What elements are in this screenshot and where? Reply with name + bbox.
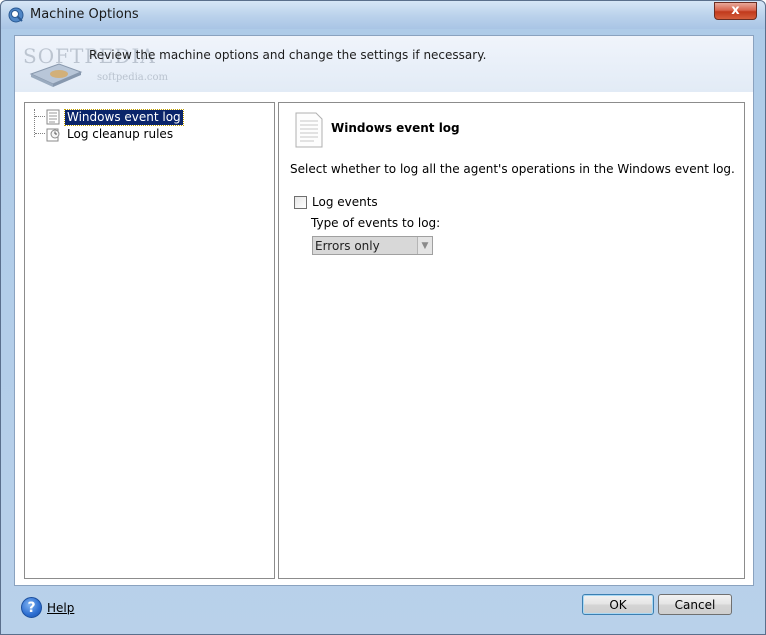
document-icon: [295, 112, 323, 148]
help-link[interactable]: ? Help: [21, 597, 74, 618]
log-events-checkbox[interactable]: [294, 195, 307, 209]
hard-drive-icon: [29, 63, 83, 87]
options-tree[interactable]: Windows event log Log cleanup rules: [24, 102, 275, 579]
help-icon: ?: [21, 597, 42, 618]
event-log-icon: [46, 109, 60, 125]
header-band: SOFTPEDIA softpedia.com Review the machi…: [15, 36, 753, 92]
event-type-dropdown[interactable]: Errors only ▼: [312, 236, 433, 255]
tree-item-log-cleanup-rules[interactable]: Log cleanup rules: [45, 126, 175, 142]
app-icon: [8, 7, 24, 23]
title-bar[interactable]: Machine Options x: [1, 1, 765, 29]
cancel-button[interactable]: Cancel: [658, 594, 732, 615]
event-type-value: Errors only: [315, 238, 380, 253]
section-title: Windows event log: [331, 121, 460, 135]
log-events-option[interactable]: Log events: [294, 195, 378, 209]
section-description: Select whether to log all the agent's op…: [290, 162, 735, 176]
machine-options-window: Machine Options x SOFTPEDIA softpedia.co…: [0, 0, 766, 635]
log-events-label: Log events: [312, 195, 378, 209]
close-button[interactable]: x: [714, 2, 757, 20]
tree-item-label: Log cleanup rules: [67, 126, 174, 141]
help-label: Help: [47, 600, 75, 615]
header-description: Review the machine options and change th…: [89, 48, 487, 62]
details-panel: Windows event log Select whether to log …: [278, 102, 745, 579]
ok-button[interactable]: OK: [582, 594, 654, 615]
tree-item-windows-event-log[interactable]: Windows event log: [45, 108, 184, 126]
window-title: Machine Options: [30, 7, 139, 22]
cleanup-rules-icon: [46, 128, 60, 142]
dialog-client-area: SOFTPEDIA softpedia.com Review the machi…: [14, 35, 754, 586]
tree-item-label: Windows event log: [64, 108, 184, 126]
watermark-url: softpedia.com: [97, 72, 169, 83]
chevron-down-icon[interactable]: ▼: [417, 237, 432, 254]
event-type-label: Type of events to log:: [311, 216, 441, 230]
